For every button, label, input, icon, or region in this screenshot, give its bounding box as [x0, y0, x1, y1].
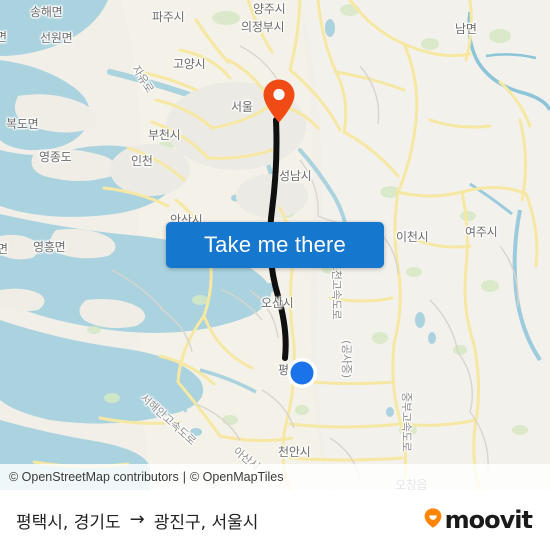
- take-me-there-label: Take me there: [203, 232, 346, 257]
- map-canvas[interactable]: 송해면 면 선원면 파주시 양주시 의정부시 남면 고양시 자유로 서울 복도면 부천시 영종도 인천 성남…: [0, 0, 550, 490]
- attribution-openmaptiles[interactable]: © OpenMapTiles: [190, 470, 284, 484]
- footer-bar: 평택시, 경기도 → 광진구, 서울시 moovit: [0, 490, 550, 550]
- route-destination: 광진구, 서울시: [153, 512, 259, 533]
- destination-pin[interactable]: [262, 78, 296, 124]
- attribution-separator: |: [182, 470, 186, 484]
- take-me-there-button[interactable]: Take me there: [166, 222, 384, 268]
- origin-dot[interactable]: [285, 356, 319, 390]
- moovit-logo[interactable]: moovit: [422, 506, 533, 534]
- attribution-osm[interactable]: © OpenStreetMap contributors: [9, 470, 179, 484]
- moovit-pin-icon: [422, 507, 444, 534]
- moovit-map-screen: 송해면 면 선원면 파주시 양주시 의정부시 남면 고양시 자유로 서울 복도면 부천시 영종도 인천 성남…: [0, 0, 550, 550]
- map-attribution: © OpenStreetMap contributors | © OpenMap…: [0, 464, 550, 490]
- route-summary: 평택시, 경기도 → 광진구, 서울시: [16, 508, 258, 533]
- arrow-right-icon: →: [129, 509, 145, 530]
- route-origin: 평택시, 경기도: [16, 512, 121, 533]
- moovit-wordmark: moovit: [444, 506, 533, 534]
